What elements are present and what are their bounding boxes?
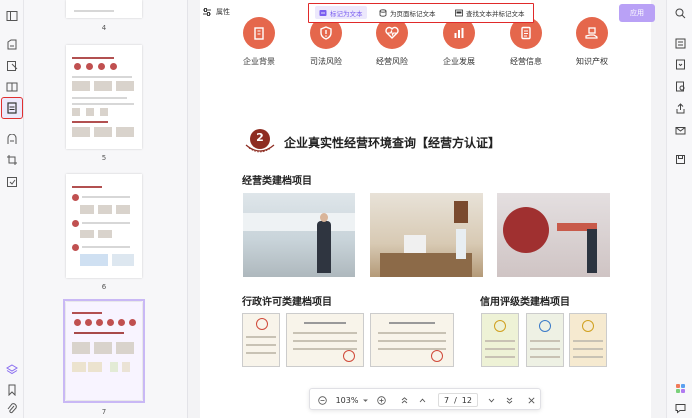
ai-assistant-icon[interactable]: [674, 37, 686, 49]
tag-actions-group: 标记为文本 为页面标记文本 查找文本并标记文本: [308, 3, 534, 23]
ocr-search-icon[interactable]: [674, 80, 686, 92]
first-page-button[interactable]: [397, 393, 411, 407]
office-photo-3: [497, 193, 610, 277]
license-certificate: [286, 313, 364, 367]
thumbnail-page-number: 7: [101, 408, 107, 416]
credit-heading: 信用评级类建档项目: [480, 297, 570, 308]
zoom-in-button[interactable]: [374, 393, 388, 407]
office-photo-2: [370, 193, 483, 277]
next-page-button[interactable]: [484, 393, 498, 407]
thumbnail-page-5[interactable]: [66, 45, 142, 149]
icon-label: 经营风险: [376, 57, 408, 66]
page-number-field[interactable]: 7 / 12: [438, 393, 478, 407]
apply-button[interactable]: 应用: [619, 4, 655, 22]
icon-label: 知识产权: [576, 57, 608, 66]
edit-text-icon[interactable]: [4, 37, 20, 53]
photos-heading: 经营类建档项目: [242, 176, 312, 187]
pdf-editor-app: 4 5 6 7 企业背景 司法风险 经营风险 企业发展 经营信息 知识产权 2 …: [0, 0, 692, 418]
zoom-navigation-bar: 103% 7 / 12: [309, 388, 541, 410]
chevron-up-icon: [419, 398, 425, 402]
thumbnail-page-6[interactable]: [66, 174, 142, 278]
license-certificate: [370, 313, 454, 367]
left-tool-rail: [0, 0, 24, 418]
credit-certificate: [569, 313, 607, 367]
section-badge-number: 2: [256, 131, 264, 144]
bookmark-icon[interactable]: [4, 382, 20, 398]
thumbnail-page-number: 5: [101, 154, 107, 162]
properties-button[interactable]: 属性: [202, 7, 230, 17]
sliders-icon: [203, 8, 211, 16]
mail-icon[interactable]: [674, 124, 686, 136]
find-tag-icon: [455, 9, 463, 16]
comment-icon[interactable]: [4, 58, 20, 74]
convert-icon[interactable]: [674, 58, 686, 70]
zoom-in-icon: [376, 395, 386, 405]
section-title: 企业真实性经营环境查询【经营方认证】: [284, 135, 501, 150]
thumbnail-page-4[interactable]: [66, 0, 142, 18]
icon-label: 企业背景: [243, 57, 275, 66]
ocr-icon[interactable]: [4, 132, 20, 148]
double-chevron-up-icon: [401, 396, 407, 403]
icon-label: 司法风险: [310, 57, 342, 66]
license-heading: 行政许可类建档项目: [242, 297, 332, 308]
zoom-level[interactable]: 103%: [334, 393, 360, 407]
section-header: 2 企业真实性经营环境查询【经营方认证】: [241, 127, 500, 157]
zoom-out-icon: [317, 395, 327, 405]
office-photo-1: [243, 193, 355, 277]
icon-label: 经营信息: [510, 57, 542, 66]
tag-text-icon: [319, 9, 327, 16]
page-stack-icon: [379, 8, 387, 17]
attachment-icon[interactable]: [4, 401, 20, 417]
page-separator: /: [454, 395, 457, 405]
layers-icon[interactable]: [4, 362, 20, 378]
search-icon[interactable]: [674, 7, 686, 19]
last-page-button[interactable]: [502, 393, 516, 407]
chevron-down-icon: [488, 398, 494, 402]
share-icon[interactable]: [674, 102, 686, 114]
protect-icon[interactable]: [4, 174, 20, 190]
thumbnail-page-number: 4: [101, 24, 107, 32]
close-icon: [527, 396, 535, 404]
right-tool-rail: [666, 0, 692, 418]
previous-page-button[interactable]: [415, 393, 429, 407]
find-text-and-tag-label: 查找文本并标记文本: [466, 9, 525, 18]
save-icon[interactable]: [674, 153, 686, 165]
tag-as-text-button[interactable]: 标记为文本: [315, 6, 367, 19]
credit-certificate: [526, 313, 564, 367]
credit-certificate: [481, 313, 519, 367]
app-grid-icon[interactable]: [674, 382, 686, 394]
tag-toolbar: 属性 标记为文本 为页面标记文本 查找文本并标记文本 应用: [188, 0, 660, 26]
thumbnail-page-7[interactable]: [63, 299, 145, 403]
double-chevron-down-icon: [506, 397, 512, 404]
close-navigation-button[interactable]: [524, 393, 538, 407]
zoom-dropdown-button[interactable]: [360, 393, 370, 407]
total-pages: 12: [461, 395, 472, 405]
zoom-out-button[interactable]: [315, 393, 329, 407]
thumbnail-page-number: 6: [101, 283, 107, 291]
find-text-and-tag-button[interactable]: 查找文本并标记文本: [451, 6, 529, 19]
crop-icon[interactable]: [4, 152, 20, 168]
tag-for-page-label: 为页面标记文本: [390, 9, 436, 18]
tag-for-page-button[interactable]: 为页面标记文本: [375, 6, 440, 19]
document-page: 企业背景 司法风险 经营风险 企业发展 经营信息 知识产权 2 企业真实性经营环…: [200, 0, 651, 418]
page-thumbnails-panel: 4 5 6 7: [24, 0, 188, 418]
tag-as-text-label: 标记为文本: [330, 9, 363, 18]
collapse-sidebar-icon[interactable]: [4, 8, 20, 24]
icon-label: 企业发展: [443, 57, 475, 66]
feedback-icon[interactable]: [674, 402, 686, 414]
chevron-down-icon: [362, 398, 368, 402]
current-page: 7: [444, 395, 450, 405]
organize-pages-icon[interactable]: [4, 79, 20, 95]
license-certificate: [242, 313, 280, 367]
properties-label: 属性: [216, 8, 230, 16]
accessibility-tag-icon[interactable]: [1, 97, 23, 119]
